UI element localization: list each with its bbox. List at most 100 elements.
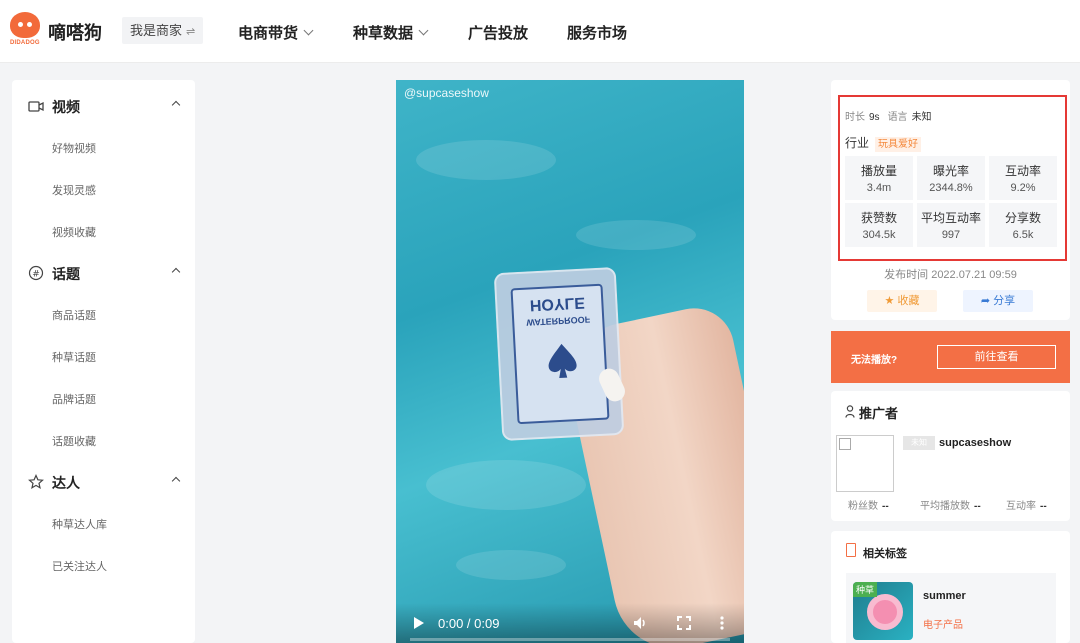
nav-label: 种草数据	[353, 25, 414, 42]
metric-label: 平均互动率	[920, 211, 981, 225]
sidebar-item-followed-creators[interactable]: 已关注达人	[52, 558, 107, 574]
chevron-up-icon	[171, 267, 181, 277]
stat-value: --	[882, 501, 889, 512]
related-tags-card: 相关标签 种草 summer 电子产品	[831, 531, 1070, 643]
metric-label: 获赞数	[860, 211, 897, 225]
stat-followers: 粉丝数 --	[848, 497, 889, 512]
sidebar-item-product-topics[interactable]: 商品话题	[52, 307, 96, 323]
video-icon	[28, 101, 44, 112]
hashtag-icon: #	[28, 265, 44, 281]
video-handle: @supcaseshow	[404, 86, 489, 100]
metric-label: 分享数	[1004, 211, 1041, 225]
card-brand: HOYLE	[529, 293, 586, 314]
sidebar-section-creators[interactable]: 达人	[28, 472, 183, 492]
nav-label: 电商带货	[238, 25, 299, 42]
industry-label: 行业	[845, 136, 870, 150]
stat-avg-plays: 平均播放数 --	[920, 497, 981, 512]
volume-icon[interactable]	[632, 615, 648, 631]
share-icon: ➦	[980, 295, 991, 307]
go-view-button[interactable]: 前往查看	[937, 345, 1056, 369]
sidebar-item-inspiration[interactable]: 发现灵感	[52, 182, 96, 198]
metric-shares: 分享数 6.5k	[989, 203, 1057, 247]
promoter-badge: 未知	[903, 436, 935, 450]
chevron-down-icon	[418, 25, 429, 36]
video-progress-bar[interactable]	[410, 638, 730, 641]
sidebar-item-seeding-topics[interactable]: 种草话题	[52, 349, 96, 365]
stat-value: --	[1040, 501, 1047, 512]
sidebar-item-creator-library[interactable]: 种草达人库	[52, 516, 107, 532]
sidebar-section-video[interactable]: 视频	[28, 96, 183, 116]
top-navbar: DIDADOG 嘀嗒狗 我是商家 ⇌ 电商带货 种草数据 广告投放 服务市场	[0, 0, 1080, 63]
industry-tag[interactable]: 玩具爱好	[875, 137, 922, 152]
playing-card: HOYLE WATERPROOF	[510, 283, 610, 425]
thumbnail-label: 种草	[853, 582, 878, 597]
section-label: 话题	[52, 266, 80, 282]
sidebar: 视频 好物视频 发现灵感 视频收藏 # 话题 商品话题 种草话题 品牌话题 话题…	[12, 80, 195, 643]
language-label: 语言	[887, 112, 908, 123]
section-label: 达人	[52, 475, 80, 491]
favorite-button[interactable]: ★ 收藏	[867, 290, 937, 312]
svg-text:#: #	[32, 270, 40, 280]
stat-value: --	[974, 501, 981, 512]
section-label: 视频	[52, 99, 80, 115]
duration-value: 9s	[869, 112, 880, 123]
share-button[interactable]: ➦ 分享	[963, 290, 1033, 312]
logo[interactable]: DIDADOG	[10, 12, 40, 48]
video-controls: 0:00 / 0:09	[396, 603, 744, 643]
play-icon[interactable]	[414, 617, 424, 629]
stat-label: 平均播放数	[920, 501, 970, 512]
water-ripple	[416, 140, 556, 180]
video-meta: 时长 9s 语言 未知	[845, 108, 940, 123]
tag-thumbnail: 种草	[853, 582, 913, 640]
water-ripple	[456, 550, 566, 580]
card-sub: WATERPROOF	[526, 314, 591, 328]
cannot-play-banner: 无法播放? 前往查看	[831, 331, 1070, 383]
metric-likes: 获赞数 304.5k	[845, 203, 913, 247]
metric-value: 6.5k	[1012, 229, 1034, 241]
logo-subtext: DIDADOG	[10, 40, 40, 46]
merchant-label: 我是商家	[130, 23, 183, 38]
person-icon	[845, 405, 855, 418]
sidebar-section-topics[interactable]: # 话题	[28, 263, 183, 283]
more-options-icon[interactable]	[718, 615, 726, 631]
stat-label: 粉丝数	[848, 501, 878, 512]
tag-name: summer	[923, 590, 966, 602]
nav-service-market[interactable]: 服务市场	[567, 22, 627, 43]
flamingo-float-image	[867, 594, 903, 630]
bookmark-icon	[846, 543, 856, 557]
publish-time: 发布时间 2022.07.21 09:59	[884, 269, 1017, 281]
chevron-up-icon	[171, 100, 181, 110]
video-time: 0:00 / 0:09	[438, 616, 500, 631]
metric-value: 304.5k	[862, 229, 896, 241]
merchant-switch-button[interactable]: 我是商家 ⇌	[122, 17, 204, 44]
promoter-name[interactable]: supcaseshow	[939, 437, 1011, 449]
stat-interaction-rate: 互动率 --	[1006, 497, 1047, 512]
brand-name[interactable]: 嘀嗒狗	[48, 19, 102, 45]
sidebar-item-topic-favorites[interactable]: 话题收藏	[52, 433, 96, 449]
cannot-play-text: 无法播放?	[851, 355, 898, 366]
promoter-card: 推广者 未知 supcaseshow 粉丝数 -- 平均播放数 -- 互动率 --	[831, 391, 1070, 521]
metric-value: 9.2%	[1010, 182, 1036, 194]
video-player[interactable]: @supcaseshow HOYLE WATERPROOF 0:00 / 0:0…	[396, 80, 744, 643]
water-ripple	[576, 220, 696, 250]
metric-label: 互动率	[1004, 164, 1041, 178]
star-icon	[28, 474, 44, 490]
promoter-title: 推广者	[859, 406, 899, 421]
sidebar-item-good-videos[interactable]: 好物视频	[52, 140, 96, 156]
avatar[interactable]	[836, 435, 894, 492]
duration-label: 时长	[845, 112, 865, 123]
sidebar-item-video-favorites[interactable]: 视频收藏	[52, 224, 96, 240]
dog-logo-icon	[10, 12, 40, 38]
card-case-image: HOYLE WATERPROOF	[493, 266, 625, 442]
sidebar-item-brand-topics[interactable]: 品牌话题	[52, 391, 96, 407]
tag-item[interactable]: 种草 summer 电子产品	[846, 573, 1056, 643]
chevron-down-icon	[303, 25, 314, 36]
industry-row: 行业 玩具爱好	[845, 134, 922, 152]
nav-seeding-data[interactable]: 种草数据	[353, 22, 429, 43]
fullscreen-icon[interactable]	[676, 615, 692, 631]
chevron-up-icon	[171, 476, 181, 486]
nav-ads[interactable]: 广告投放	[468, 22, 528, 43]
nav-ecommerce[interactable]: 电商带货	[238, 22, 314, 43]
star-icon: ★	[884, 295, 895, 307]
metric-value: 2344.8%	[929, 182, 973, 194]
